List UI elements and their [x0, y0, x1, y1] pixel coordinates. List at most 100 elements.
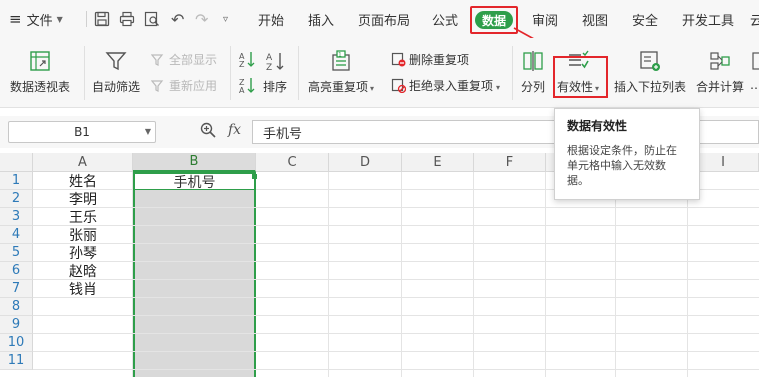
more-tools-button[interactable]: …: [750, 48, 759, 92]
row-header-1[interactable]: 1: [0, 172, 33, 190]
ribbon-toolbar: 数据透视表 自动筛选 全部显示 重新应用 AZ ZA AZ 排序 1 高亮重复项…: [0, 38, 759, 108]
delete-duplicates-button[interactable]: 删除重复项: [390, 51, 469, 68]
row-header-4[interactable]: 4: [0, 226, 33, 244]
gridline: [687, 172, 688, 377]
zoom-search-icon[interactable]: [200, 122, 216, 142]
gridline: [33, 207, 759, 208]
row-header-10[interactable]: 10: [0, 334, 33, 352]
cell-a1[interactable]: 姓名: [33, 172, 133, 190]
insert-dropdown-list-button[interactable]: 插入下拉列表: [614, 48, 686, 95]
cell-a3[interactable]: 王乐: [33, 208, 133, 226]
divider: [230, 46, 231, 100]
sort-ascending-icon[interactable]: AZ: [238, 50, 256, 68]
tab-home[interactable]: 开始: [258, 0, 284, 38]
auto-filter-label: 自动筛选: [92, 80, 141, 94]
hamburger-icon: ≡: [9, 10, 22, 28]
validity-tooltip: 数据有效性 根据设定条件，防止在单元格中输入无效数据。: [554, 108, 700, 200]
save-icon[interactable]: [94, 0, 110, 38]
column-header-f[interactable]: F: [474, 153, 546, 172]
more-tools-label: …: [750, 78, 759, 92]
row-header-8[interactable]: 8: [0, 298, 33, 316]
formula-value: 手机号: [263, 126, 303, 142]
cell-a6[interactable]: 赵晗: [33, 262, 133, 280]
split-columns-button[interactable]: 分列: [520, 48, 546, 95]
filter-refresh-icon: [150, 78, 166, 94]
highlight-duplicates-button[interactable]: 1 高亮重复项 ▾: [308, 48, 374, 95]
row-header-5[interactable]: 5: [0, 244, 33, 262]
svg-text:Z: Z: [266, 63, 272, 72]
name-box[interactable]: B1 ▼: [8, 121, 156, 143]
chevron-down-icon: ▼: [56, 14, 63, 24]
gridline: [33, 243, 759, 244]
delete-duplicates-icon: [390, 52, 406, 68]
column-header-e[interactable]: E: [402, 153, 474, 172]
sort-label: 排序: [262, 80, 287, 94]
column-header-c[interactable]: C: [256, 153, 329, 172]
file-menu[interactable]: ≡ 文件 ▼: [9, 0, 63, 38]
chevron-down-icon: ▼: [144, 127, 151, 136]
select-all-corner[interactable]: [0, 153, 33, 172]
fill-handle[interactable]: [252, 174, 257, 179]
column-header-d[interactable]: D: [329, 153, 402, 172]
tab-formulas[interactable]: 公式: [432, 0, 458, 38]
quick-access-dropdown-icon[interactable]: ▿: [223, 0, 228, 38]
tab-data[interactable]: 数据: [475, 11, 513, 29]
print-icon[interactable]: [119, 0, 135, 38]
reject-duplicates-button[interactable]: 拒绝录入重复项 ▾: [390, 77, 500, 94]
cell-a2[interactable]: 李明: [33, 190, 133, 208]
gridline: [401, 172, 402, 377]
cell-reference: B1: [74, 125, 90, 139]
consolidate-icon: [707, 48, 733, 74]
cell-a4[interactable]: 张丽: [33, 226, 133, 244]
tab-cloud[interactable]: 云: [750, 0, 759, 38]
reject-duplicates-label: 拒绝录入重复项 ▾: [409, 79, 501, 93]
reapply-button[interactable]: 重新应用: [150, 77, 217, 94]
svg-text:A: A: [239, 86, 245, 94]
row-header-2[interactable]: 2: [0, 190, 33, 208]
row-header-7[interactable]: 7: [0, 280, 33, 298]
consolidate-button[interactable]: 合并计算: [696, 48, 744, 95]
column-header-a[interactable]: A: [33, 153, 133, 172]
sort-button[interactable]: AZ 排序: [262, 48, 288, 95]
split-columns-icon: [520, 48, 546, 74]
gridline: [33, 279, 759, 280]
svg-text:A: A: [266, 53, 273, 63]
split-columns-label: 分列: [520, 80, 545, 94]
tooltip-body: 根据设定条件，防止在单元格中输入无效数据。: [567, 144, 677, 187]
tab-view[interactable]: 视图: [582, 0, 608, 38]
row-header-11[interactable]: 11: [0, 352, 33, 370]
tab-developer[interactable]: 开发工具: [682, 0, 734, 38]
show-all-button[interactable]: 全部显示: [150, 51, 217, 68]
gridline: [33, 369, 759, 370]
print-preview-icon[interactable]: [144, 0, 160, 38]
cell-a7[interactable]: 钱肖: [33, 280, 133, 298]
insert-dropdown-list-label: 插入下拉列表: [614, 80, 687, 94]
gridline: [33, 351, 759, 352]
undo-icon[interactable]: ↶: [171, 0, 184, 38]
tab-security[interactable]: 安全: [632, 0, 658, 38]
cell-a5[interactable]: 孙琴: [33, 244, 133, 262]
sort-descending-icon[interactable]: ZA: [238, 76, 256, 94]
pivot-table-button[interactable]: 数据透视表: [10, 48, 70, 95]
insert-dropdown-list-icon: [637, 48, 663, 74]
tab-page-layout[interactable]: 页面布局: [358, 0, 410, 38]
gridline: [328, 172, 329, 377]
pivot-table-label: 数据透视表: [10, 80, 71, 94]
auto-filter-button[interactable]: 自动筛选: [92, 48, 140, 95]
row-header-6[interactable]: 6: [0, 262, 33, 280]
divider: [512, 46, 513, 100]
column-header-b[interactable]: B: [133, 153, 256, 172]
row-header-9[interactable]: 9: [0, 316, 33, 334]
delete-duplicates-label: 删除重复项: [409, 53, 470, 67]
show-all-label: 全部显示: [169, 53, 218, 67]
selected-column-range[interactable]: [133, 172, 256, 377]
cell-b1[interactable]: 手机号: [133, 172, 256, 191]
gridline: [473, 172, 474, 377]
tab-insert[interactable]: 插入: [308, 0, 334, 38]
pivot-table-icon: [27, 48, 53, 74]
function-icon[interactable]: fx: [228, 122, 241, 138]
row-header-3[interactable]: 3: [0, 208, 33, 226]
redo-icon[interactable]: ↷: [195, 0, 208, 38]
reapply-label: 重新应用: [169, 79, 218, 93]
file-menu-label: 文件: [26, 13, 53, 29]
